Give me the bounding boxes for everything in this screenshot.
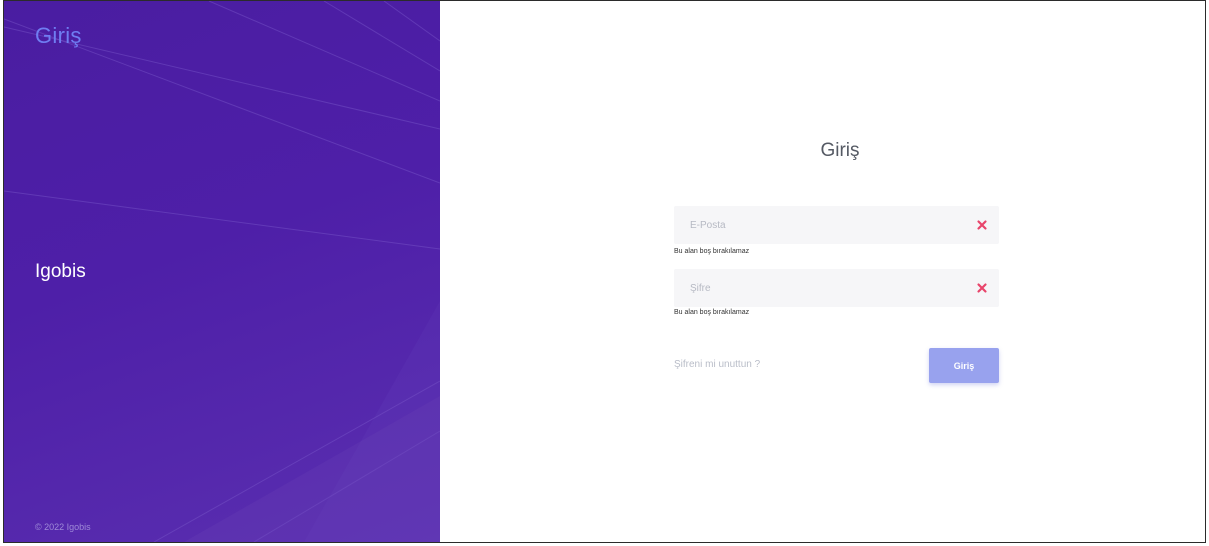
password-field[interactable]	[674, 269, 980, 307]
brand-title: Giriş	[35, 23, 82, 48]
close-icon[interactable]	[975, 218, 989, 232]
brand-panel: Giriş Igobis © 2022 Igobis	[4, 1, 440, 542]
close-icon[interactable]	[975, 281, 989, 295]
login-button[interactable]: Giriş	[929, 348, 999, 383]
company-name: Igobis	[35, 261, 86, 282]
password-field-container	[674, 269, 999, 307]
form-heading: Giriş	[820, 140, 860, 161]
copyright-text: © 2022 Igobis	[35, 522, 91, 532]
app-window: Giriş Igobis © 2022 Igobis Giriş Bu alan…	[3, 0, 1206, 543]
password-error-text: Bu alan boş bırakılamaz	[674, 309, 750, 316]
login-panel: Giriş Bu alan boş bırakılamaz Bu alan bo…	[440, 1, 1205, 542]
email-error-text: Bu alan boş bırakılamaz	[674, 248, 750, 255]
email-field[interactable]	[674, 206, 980, 244]
forgot-password-link[interactable]: Şifreni mi unuttun ?	[674, 359, 760, 370]
email-field-container	[674, 206, 999, 244]
